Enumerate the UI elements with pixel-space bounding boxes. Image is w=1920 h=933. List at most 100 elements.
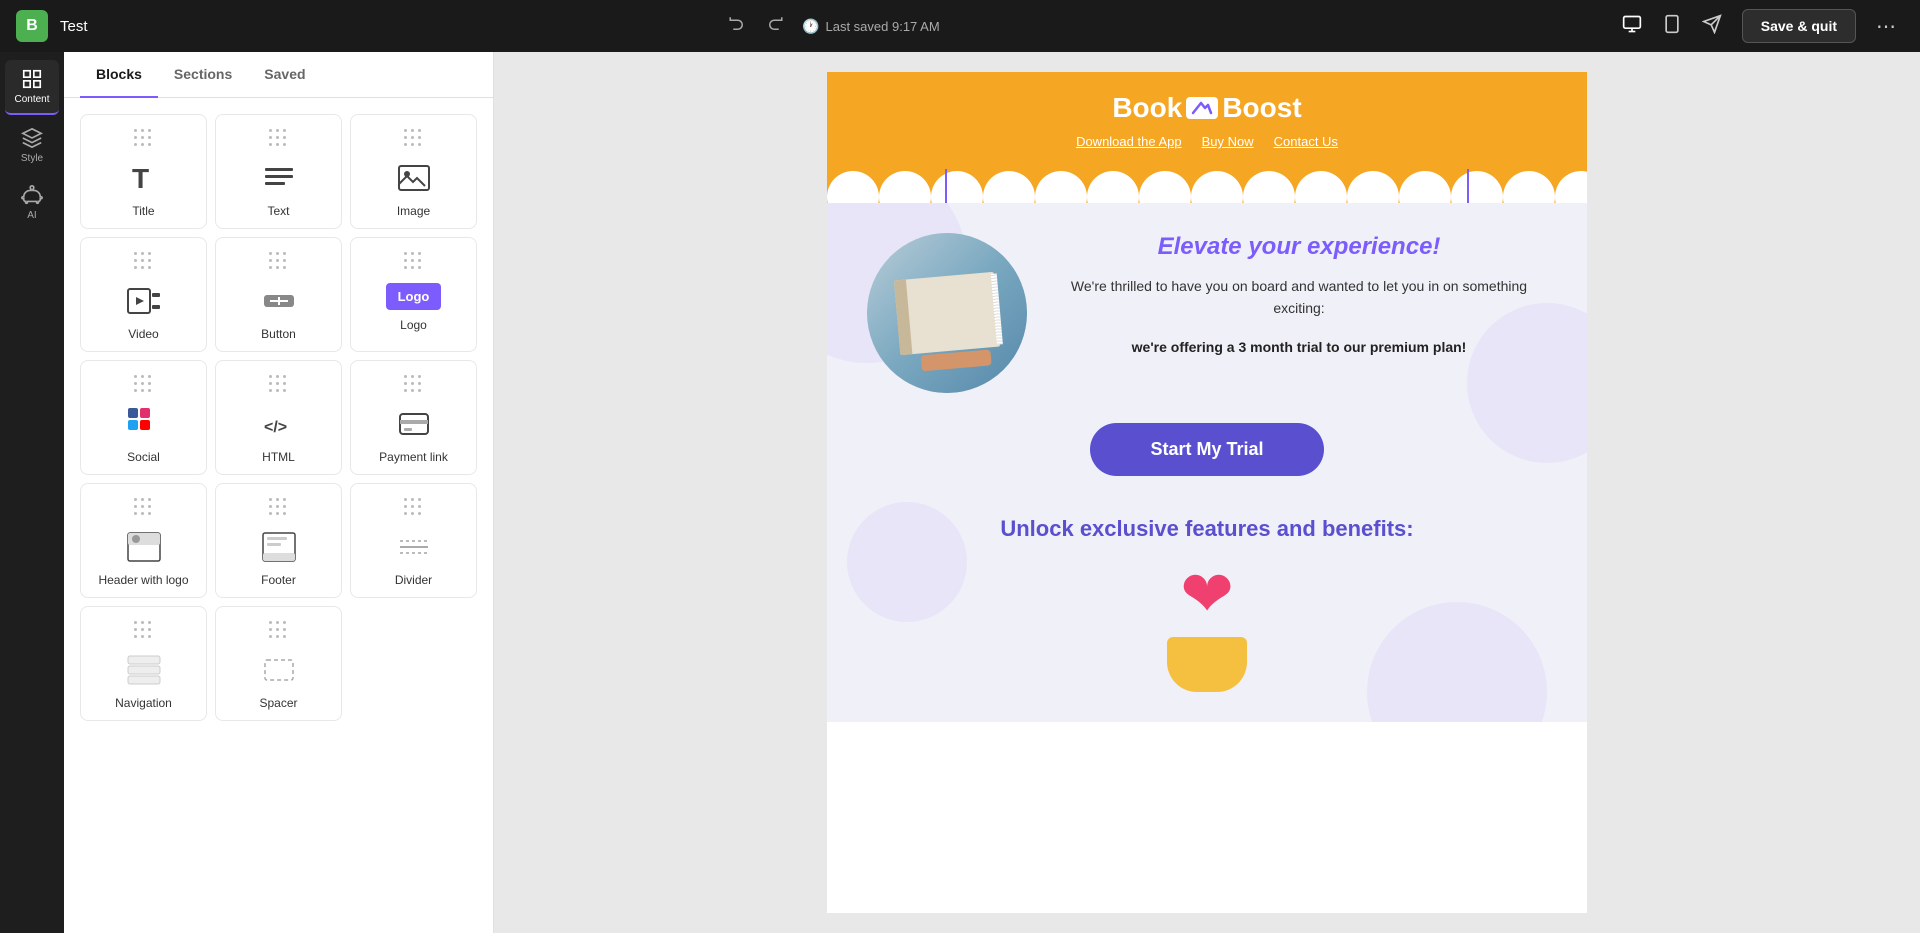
payment-block-icon — [396, 406, 432, 442]
app-logo: B — [16, 10, 48, 42]
text-block-icon — [261, 160, 297, 196]
email-header-block[interactable]: Book Boost Download the App Buy Now Cont… — [827, 72, 1587, 169]
email-offer-text: we're offering a 3 month trial to our pr… — [1051, 336, 1547, 358]
block-image-label: Image — [397, 204, 430, 218]
view-switcher — [1614, 8, 1730, 45]
email-body-text: We're thrilled to have you on board and … — [1051, 275, 1547, 320]
block-text[interactable]: Text — [215, 114, 342, 229]
drag-handle — [134, 498, 153, 517]
block-html-label: HTML — [262, 450, 295, 464]
block-image[interactable]: Image — [350, 114, 477, 229]
svg-text:</>: </> — [264, 419, 287, 436]
block-video[interactable]: Video — [80, 237, 207, 352]
drag-handle — [134, 621, 153, 640]
blocks-tabs: Blocks Sections Saved — [64, 52, 493, 98]
logo-block-icon: Logo — [386, 283, 442, 310]
drag-handle — [269, 129, 288, 148]
block-title-label: Title — [132, 204, 154, 218]
divider-block-icon — [396, 529, 432, 565]
mobile-view-button[interactable] — [1654, 8, 1690, 45]
block-logo[interactable]: Logo Logo — [350, 237, 477, 352]
nav-download-app[interactable]: Download the App — [1076, 134, 1182, 149]
email-logo: Book Boost — [847, 92, 1567, 124]
video-block-icon — [126, 283, 162, 319]
scallop-separator — [827, 169, 1587, 203]
block-footer-label: Footer — [261, 573, 296, 587]
button-block-icon — [261, 283, 297, 319]
footer-block-icon — [261, 529, 297, 565]
email-headline: Elevate your experience! — [1051, 233, 1547, 261]
block-footer[interactable]: Footer — [215, 483, 342, 598]
block-divider[interactable]: Divider — [350, 483, 477, 598]
social-block-icon — [126, 406, 162, 442]
drag-handle — [269, 621, 288, 640]
icon-sidebar: Content Style AI — [0, 52, 64, 933]
send-button[interactable] — [1694, 8, 1730, 45]
email-text-area: Elevate your experience! We're thrilled … — [1051, 233, 1547, 358]
block-header-logo[interactable]: Header with logo — [80, 483, 207, 598]
email-hero-content: Elevate your experience! We're thrilled … — [867, 233, 1547, 393]
svg-text:T: T — [132, 163, 149, 194]
main-layout: Content Style AI Blocks Sections Saved — [0, 52, 1920, 933]
block-header-logo-label: Header with logo — [98, 573, 188, 587]
drag-handle — [404, 375, 423, 394]
tab-sections[interactable]: Sections — [158, 52, 248, 98]
block-spacer-label: Spacer — [259, 696, 297, 710]
block-button-label: Button — [261, 327, 296, 341]
block-social-label: Social — [127, 450, 160, 464]
drag-handle — [404, 252, 423, 271]
sidebar-item-content[interactable]: Content — [5, 60, 59, 115]
nav-contact-us[interactable]: Contact Us — [1274, 134, 1338, 149]
drag-handle — [269, 498, 288, 517]
clock-icon: 🕐 — [802, 18, 819, 35]
nav-buy-now[interactable]: Buy Now — [1202, 134, 1254, 149]
image-block-icon — [396, 160, 432, 196]
block-title[interactable]: T Title — [80, 114, 207, 229]
navigation-block-icon — [126, 652, 162, 688]
block-spacer[interactable]: Spacer — [215, 606, 342, 721]
sidebar-item-ai[interactable]: AI — [5, 176, 59, 229]
drag-handle — [134, 129, 153, 148]
block-text-label: Text — [267, 204, 289, 218]
desktop-view-button[interactable] — [1614, 8, 1650, 45]
drag-handle — [134, 252, 153, 271]
blocks-grid: T Title Text — [64, 98, 493, 737]
tab-saved[interactable]: Saved — [248, 52, 321, 98]
sidebar-ai-label: AI — [27, 210, 36, 221]
sidebar-content-label: Content — [14, 94, 49, 105]
email-canvas: Book Boost Download the App Buy Now Cont… — [827, 72, 1587, 913]
cta-container: Start My Trial — [867, 423, 1547, 476]
block-button[interactable]: Button — [215, 237, 342, 352]
more-options-button[interactable]: ⋯ — [1868, 10, 1904, 43]
logo-icon-box — [1186, 97, 1218, 119]
email-body: Elevate your experience! We're thrilled … — [827, 203, 1587, 722]
block-payment[interactable]: Payment link — [350, 360, 477, 475]
sidebar-item-style[interactable]: Style — [5, 119, 59, 172]
drag-handle — [404, 498, 423, 517]
start-trial-button[interactable]: Start My Trial — [1090, 423, 1323, 476]
block-html[interactable]: </> HTML — [215, 360, 342, 475]
block-divider-label: Divider — [395, 573, 432, 587]
drag-handle — [134, 375, 153, 394]
drag-handle — [269, 252, 288, 271]
undo-button[interactable] — [722, 11, 752, 42]
redo-button[interactable] — [760, 11, 790, 42]
page-title: Test — [60, 18, 710, 35]
email-nav: Download the App Buy Now Contact Us — [847, 134, 1567, 149]
heart-icon: ❤ — [1180, 562, 1234, 626]
spacer-block-icon — [261, 652, 297, 688]
header-block-icon — [126, 529, 162, 565]
block-social[interactable]: Social — [80, 360, 207, 475]
blocks-panel: Blocks Sections Saved T Title — [64, 52, 494, 933]
last-saved-info: 🕐 Last saved 9:17 AM — [802, 18, 940, 35]
block-navigation[interactable]: Navigation — [80, 606, 207, 721]
email-book-image — [867, 233, 1027, 393]
title-block-icon: T — [126, 160, 162, 196]
undo-redo-group — [722, 11, 790, 42]
block-video-label: Video — [128, 327, 158, 341]
block-payment-label: Payment link — [379, 450, 448, 464]
benefits-title: Unlock exclusive features and benefits: — [867, 516, 1547, 542]
html-block-icon: </> — [261, 406, 297, 442]
tab-blocks[interactable]: Blocks — [80, 52, 158, 98]
save-quit-button[interactable]: Save & quit — [1742, 9, 1856, 43]
